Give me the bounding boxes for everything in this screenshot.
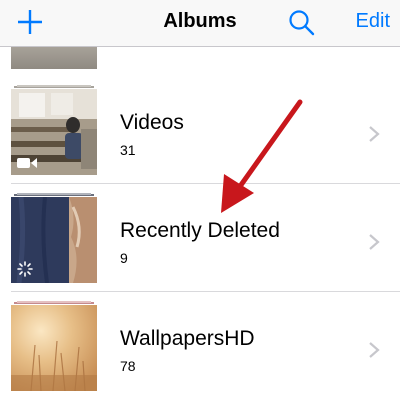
video-camera-icon: [17, 158, 37, 168]
album-count: 78: [120, 358, 136, 374]
album-thumbnail-wallpapershd: [11, 301, 97, 391]
chevron-right-icon: [369, 342, 380, 358]
album-count: 31: [120, 142, 136, 158]
thumbnail-stack-edge: [17, 85, 91, 87]
chevron-right-icon: [369, 234, 380, 250]
album-thumbnail-videos: [11, 85, 97, 175]
chevron-right-icon: [369, 126, 380, 142]
search-icon[interactable]: [287, 8, 317, 38]
thumbnail-stack-edge: [17, 301, 91, 303]
album-row-recently-deleted[interactable]: Recently Deleted 9: [0, 187, 400, 294]
album-name: Videos: [120, 111, 184, 134]
plus-icon[interactable]: [16, 8, 44, 36]
album-row-wallpapershd[interactable]: WallpapersHD 78: [0, 295, 400, 402]
album-name: Recently Deleted: [120, 219, 280, 242]
album-cover-wallpapershd: [11, 305, 97, 391]
album-thumbnail-recently-deleted: [11, 193, 97, 283]
albums-screen: Albums Edit Videos 31 Recently Deleted 9…: [0, 0, 400, 402]
album-name: WallpapersHD: [120, 327, 255, 350]
album-cover-recently-deleted: [11, 197, 97, 283]
navigation-bar: Albums Edit: [0, 0, 400, 47]
spinner-icon: [17, 261, 33, 277]
album-cover-videos: [11, 89, 97, 175]
row-divider: [11, 183, 400, 184]
row-divider: [11, 291, 400, 292]
album-count: 9: [120, 250, 128, 266]
thumbnail-stack-edge: [17, 193, 91, 195]
page-title: Albums: [163, 10, 237, 32]
album-row-videos[interactable]: Videos 31: [0, 79, 400, 186]
edit-button[interactable]: Edit: [356, 10, 390, 33]
